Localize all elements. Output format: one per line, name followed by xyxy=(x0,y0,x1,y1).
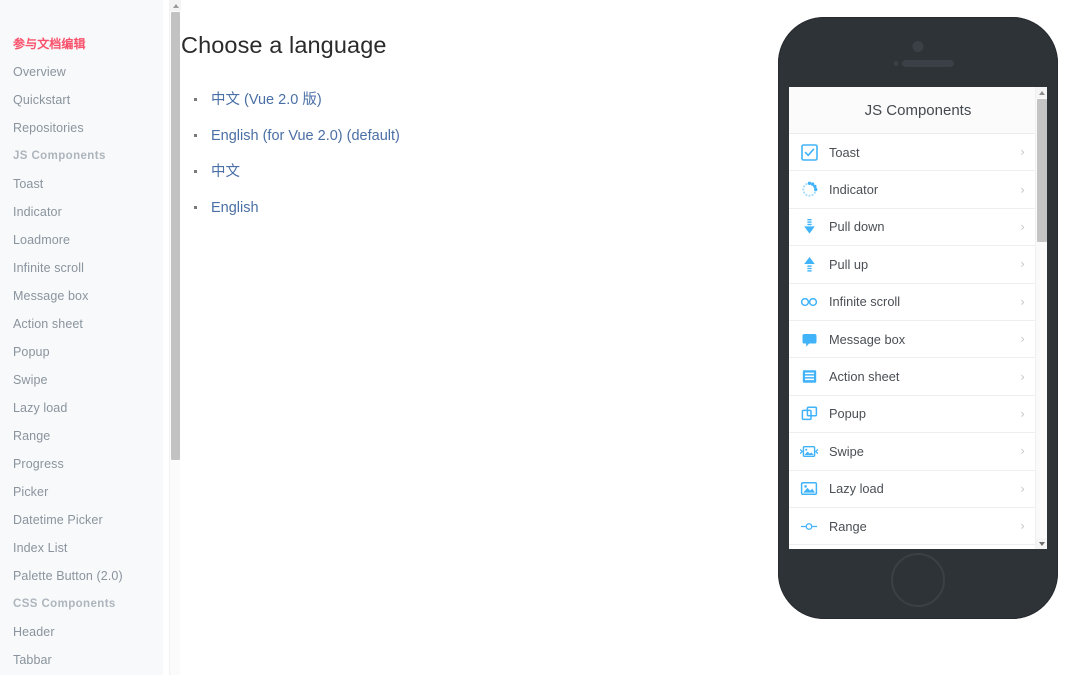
slider-range-icon xyxy=(800,517,818,535)
component-list-item-label: Message box xyxy=(829,331,906,347)
component-list: Toast › Indicator › Pull down › Pull up › Infini… xyxy=(789,134,1047,546)
chevron-right-icon: › xyxy=(1020,369,1025,384)
chevron-right-icon: › xyxy=(1020,444,1025,459)
sidebar-item-range[interactable]: Range xyxy=(0,422,163,450)
checkbox-icon xyxy=(800,143,818,161)
component-list-item-label: Lazy load xyxy=(829,481,884,497)
component-list-item-label: Range xyxy=(829,518,867,534)
component-list-item[interactable]: Swipe › xyxy=(789,433,1047,471)
phone-speaker-icon xyxy=(902,60,954,67)
sidebar-item-message-box[interactable]: Message box xyxy=(0,282,163,310)
component-list-item-label: Pull up xyxy=(829,256,869,272)
sidebar-item-palette-button-2-0[interactable]: Palette Button (2.0) xyxy=(0,562,163,590)
sidebar-item-indicator[interactable]: Indicator xyxy=(0,198,163,226)
sidebar-item-repositories[interactable]: Repositories xyxy=(0,114,163,142)
component-list-item[interactable]: Infinite scroll › xyxy=(789,283,1047,321)
component-list-item[interactable]: Message box › xyxy=(789,320,1047,359)
language-link-suffix: (Vue 2.0 版) xyxy=(240,92,322,108)
component-list-item[interactable]: Indicator › xyxy=(789,171,1047,209)
sidebar-scrollbar[interactable] xyxy=(169,0,181,675)
language-link[interactable]: 中文 xyxy=(211,164,240,180)
component-list-item[interactable]: Lazy load › xyxy=(789,470,1047,508)
component-list-item-label: Swipe xyxy=(829,443,864,459)
scrollbar-up-arrow-icon[interactable] xyxy=(170,0,181,11)
sidebar-item-action-sheet[interactable]: Action sheet xyxy=(0,310,163,338)
scrollbar-thumb[interactable] xyxy=(171,12,180,460)
component-list-item-label: Infinite scroll xyxy=(829,294,901,310)
chevron-right-icon: › xyxy=(1020,257,1025,272)
component-list-item[interactable]: Popup › xyxy=(789,395,1047,434)
infinity-icon xyxy=(800,293,818,311)
main-content: Choose a language 中文 (Vue 2.0 版) English … xyxy=(181,0,761,675)
screen-scrollbar[interactable] xyxy=(1035,87,1047,549)
sidebar-item-js-components: JS Components xyxy=(13,150,106,162)
chevron-right-icon: › xyxy=(1020,182,1025,197)
windows-stack-icon xyxy=(800,405,818,423)
sidebar-item-lazy-load[interactable]: Lazy load xyxy=(0,394,163,422)
component-list-item-label: Toast xyxy=(829,144,860,160)
speech-bubble-icon xyxy=(800,330,818,348)
component-list-item[interactable]: Toast › xyxy=(789,134,1047,172)
sidebar-item-[interactable]: 参与文档编辑 xyxy=(0,30,163,58)
language-list: 中文 (Vue 2.0 版) English (for Vue 2.0) (def… xyxy=(181,82,761,226)
list-sheet-icon xyxy=(800,368,818,386)
component-list-item-label: Indicator xyxy=(829,182,879,198)
chevron-right-icon: › xyxy=(1020,519,1025,534)
carousel-image-icon xyxy=(800,442,818,460)
phone-mockup: JS Components Toast › Indicator › Pull down ›… xyxy=(778,17,1058,619)
phone-camera-icon xyxy=(912,41,924,52)
language-link[interactable]: English xyxy=(211,200,259,216)
language-list-item: 中文 (Vue 2.0 版) xyxy=(194,82,761,118)
screen-scrollbar-thumb[interactable] xyxy=(1037,99,1047,242)
sidebar-item-header[interactable]: Header xyxy=(0,618,163,646)
sidebar-item-picker[interactable]: Picker xyxy=(0,478,163,506)
sidebar-item-quickstart[interactable]: Quickstart xyxy=(0,86,163,114)
language-link[interactable]: English (for Vue 2.0) (default) xyxy=(211,128,400,144)
sidebar-item-tabbar[interactable]: Tabbar xyxy=(0,646,163,674)
page-title: Choose a language xyxy=(181,32,387,58)
language-link[interactable]: 中文 xyxy=(211,92,240,108)
spinner-icon xyxy=(800,181,818,199)
chevron-right-icon: › xyxy=(1020,481,1025,496)
language-list-item: English xyxy=(194,190,761,226)
phone-sensor-icon xyxy=(893,61,899,66)
sidebar-item-swipe[interactable]: Swipe xyxy=(0,366,163,394)
sidebar-item-progress[interactable]: Progress xyxy=(0,450,163,478)
screen-title: JS Components xyxy=(789,87,1047,134)
component-list-item[interactable]: Pull up › xyxy=(789,246,1047,284)
sidebar-nav: 参与文档编辑 Overview Quickstart Repositories JS C… xyxy=(0,0,163,675)
sidebar-item-css-components: CSS Components xyxy=(13,598,116,610)
language-list-item: English (for Vue 2.0) (default) xyxy=(194,118,761,154)
chevron-right-icon: › xyxy=(1020,145,1025,160)
screen-scroll-up-arrow-icon[interactable] xyxy=(1036,87,1047,98)
sidebar-item-toast[interactable]: Toast xyxy=(0,170,163,198)
chevron-right-icon: › xyxy=(1020,332,1025,347)
screen-scroll-down-arrow-icon[interactable] xyxy=(1036,538,1047,549)
sidebar-item-infinite-scroll[interactable]: Infinite scroll xyxy=(0,254,163,282)
arrow-down-icon xyxy=(800,218,818,236)
component-list-item[interactable]: Range › xyxy=(789,507,1047,546)
phone-home-button[interactable] xyxy=(891,553,945,607)
sidebar-item-index-list[interactable]: Index List xyxy=(0,534,163,562)
chevron-right-icon: › xyxy=(1020,406,1025,421)
chevron-right-icon: › xyxy=(1020,294,1025,309)
sidebar-item-loadmore[interactable]: Loadmore xyxy=(0,226,163,254)
image-placeholder-icon xyxy=(800,480,818,498)
component-list-item[interactable]: Pull down › xyxy=(789,208,1047,247)
phone-screen: JS Components Toast › Indicator › Pull down ›… xyxy=(789,87,1047,549)
component-list-item[interactable]: Action sheet › xyxy=(789,358,1047,396)
sidebar-item-popup[interactable]: Popup xyxy=(0,338,163,366)
arrow-up-icon xyxy=(800,255,818,273)
chevron-right-icon: › xyxy=(1020,219,1025,234)
component-list-item-label: Popup xyxy=(829,406,867,422)
component-list-item-label: Pull down xyxy=(829,219,885,235)
language-list-item: 中文 xyxy=(194,154,761,190)
sidebar-item-datetime-picker[interactable]: Datetime Picker xyxy=(0,506,163,534)
component-list-item-label: Action sheet xyxy=(829,369,900,385)
sidebar-item-overview[interactable]: Overview xyxy=(0,58,163,86)
app-root: 参与文档编辑 Overview Quickstart Repositories JS C… xyxy=(0,0,1080,675)
